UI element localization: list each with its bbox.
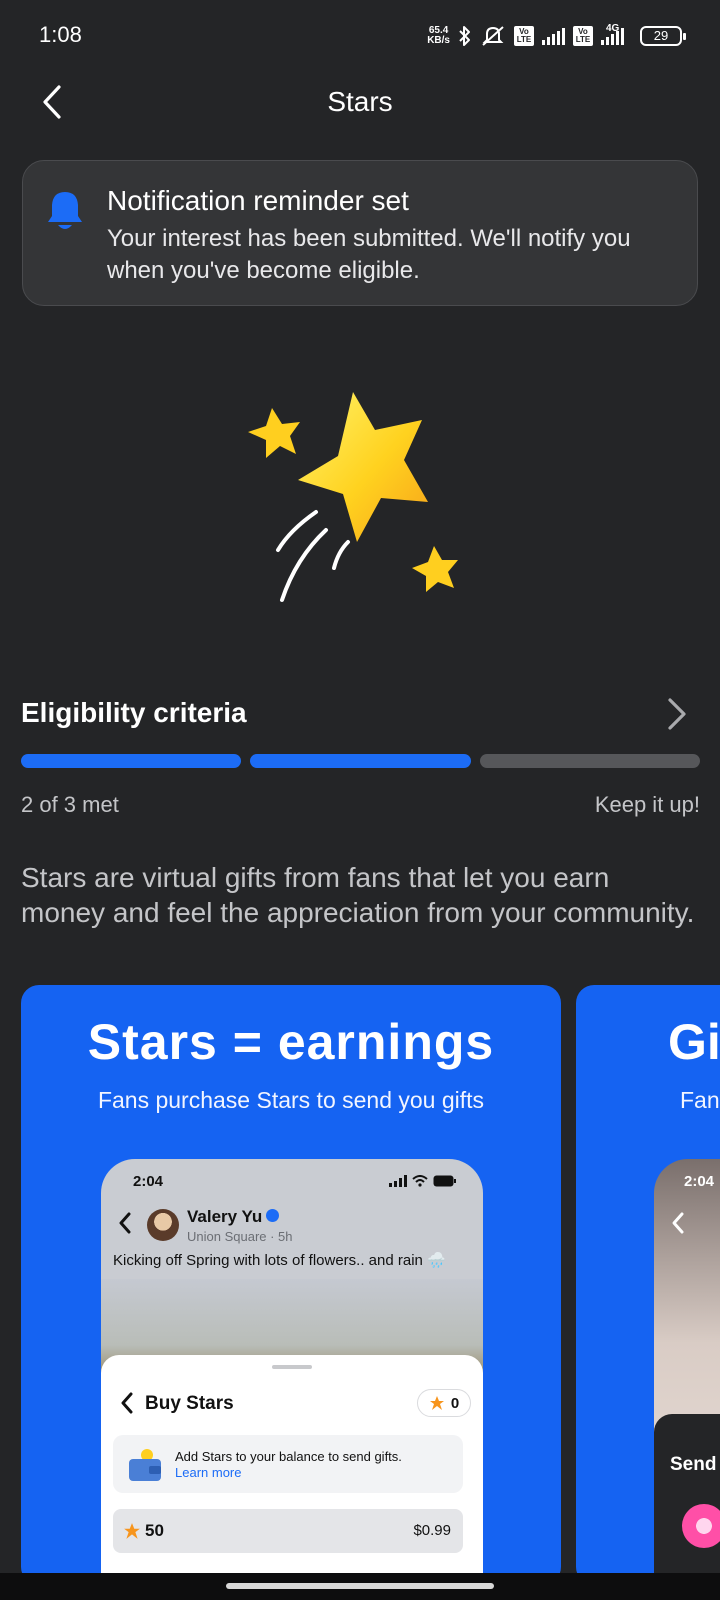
home-gesture-handle[interactable] xyxy=(226,1583,494,1589)
wifi-icon xyxy=(412,1175,428,1187)
info-banner: Add Stars to your balance to send gifts.… xyxy=(113,1435,463,1493)
page-title: Stars xyxy=(327,86,393,117)
flower-gift-icon xyxy=(682,1504,720,1548)
sheet-title: Buy Stars xyxy=(145,1393,234,1414)
status-bar: 1:08 65.4 KB/s Vo LTE Vo LTE 4G 29 xyxy=(0,0,720,70)
star-icon xyxy=(429,1396,444,1410)
network-speed: 65.4 KB/s xyxy=(427,25,450,46)
star-balance: 0 xyxy=(417,1389,471,1417)
signal-icon xyxy=(389,1175,407,1187)
carousel-card-earnings[interactable]: Stars = earnings Fans purchase Stars to … xyxy=(21,985,561,1575)
eligibility-title: Eligibility criteria xyxy=(21,697,247,728)
status-icons: 65.4 KB/s Vo LTE Vo LTE 4G 29 xyxy=(427,22,686,50)
card-title: Stars = earnings xyxy=(87,1014,495,1070)
navigation-bar xyxy=(0,1573,720,1600)
mute-bell-icon xyxy=(482,26,504,46)
send-label: Send xyxy=(670,1454,717,1475)
package-price: $0.99 xyxy=(413,1522,451,1539)
buy-stars-sheet: Buy Stars 0 Add Stars to your balance to… xyxy=(101,1355,483,1575)
big-star-icon xyxy=(298,392,428,542)
signal-icon-1 xyxy=(542,27,565,45)
battery-indicator: 29 xyxy=(640,26,686,46)
verified-badge-icon xyxy=(266,1209,280,1223)
bell-icon xyxy=(48,192,82,229)
eligibility-progress xyxy=(21,754,700,768)
chevron-left-icon xyxy=(672,1212,684,1234)
bluetooth-icon xyxy=(459,26,470,46)
stars-description: Stars are virtual gifts from fans that l… xyxy=(21,862,695,928)
stars-illustration xyxy=(248,392,458,602)
avatar xyxy=(147,1209,179,1241)
carousel-card-gifts[interactable]: Gi Fan 2:04 Send xyxy=(576,985,720,1575)
battery-icon xyxy=(433,1175,456,1187)
chevron-left-icon xyxy=(121,1392,133,1414)
volte-badge-2: Vo LTE xyxy=(573,26,593,46)
small-star-icon-right xyxy=(412,546,458,592)
motion-lines xyxy=(276,510,350,602)
mockup-status-icons xyxy=(389,1175,457,1187)
progress-segment xyxy=(250,754,471,768)
wallet-icon xyxy=(129,1449,161,1481)
card-title: Gi xyxy=(668,1014,720,1070)
star-package-option: 50 $0.99 xyxy=(113,1509,463,1553)
eligibility-met-count: 2 of 3 met xyxy=(21,792,119,817)
mockup-time: 2:04 xyxy=(133,1173,164,1190)
package-amount: 50 xyxy=(145,1521,164,1540)
mockup-location: Union Square · 5h xyxy=(187,1229,293,1244)
progress-segment xyxy=(479,754,700,768)
mockup-time: 2:04 xyxy=(684,1173,715,1190)
notification-title: Notification reminder set xyxy=(107,185,409,216)
phone-mockup: 2:04 Send xyxy=(654,1159,720,1575)
feature-carousel[interactable]: Stars = earnings Fans purchase Stars to … xyxy=(0,985,720,1575)
chevron-right-icon[interactable] xyxy=(662,694,692,734)
card-subtitle: Fans purchase Stars to send you gifts xyxy=(97,1087,485,1113)
phone-mockup: 2:04 Valery Yu Union Square · 5h Kicking… xyxy=(101,1159,483,1575)
star-icon xyxy=(124,1523,140,1539)
notification-card: Notification reminder set Your interest … xyxy=(22,160,698,306)
small-star-icon-left xyxy=(248,408,300,458)
info-text: Add Stars to your balance to send gifts. xyxy=(175,1449,402,1464)
chevron-left-icon xyxy=(119,1212,131,1234)
card-subtitle: Fan xyxy=(680,1087,720,1113)
mockup-user-name: Valery Yu xyxy=(187,1207,280,1227)
status-time: 1:08 xyxy=(39,22,82,47)
learn-more-link: Learn more xyxy=(175,1465,242,1480)
send-gift-sheet: Send xyxy=(654,1414,720,1575)
progress-segment xyxy=(21,754,242,768)
volte-badge-1: Vo LTE xyxy=(514,26,534,46)
mockup-post-text: Kicking off Spring with lots of flowers.… xyxy=(113,1252,446,1269)
header: Stars xyxy=(0,70,720,134)
notification-body: Your interest has been submitted. We'll … xyxy=(107,225,631,284)
eligibility-encouragement: Keep it up! xyxy=(594,792,700,817)
sheet-handle xyxy=(272,1365,312,1369)
